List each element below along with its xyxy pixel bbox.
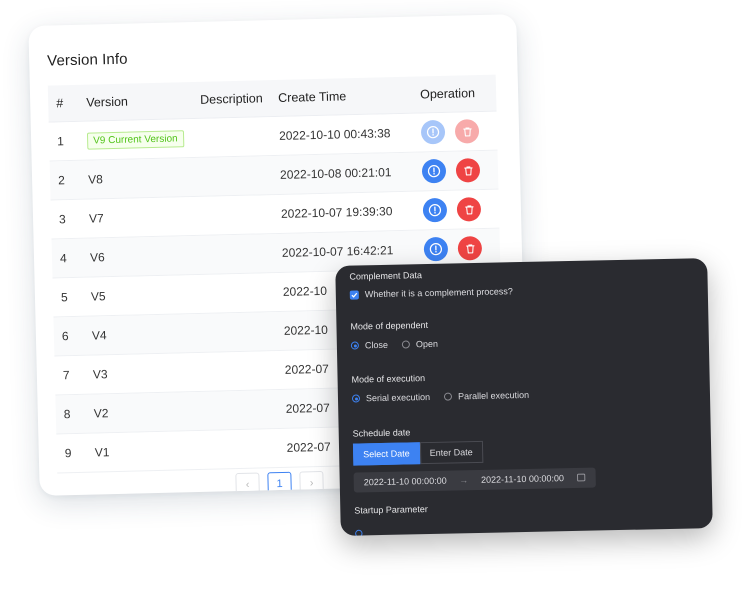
- add-parameter-icon[interactable]: [355, 517, 699, 536]
- execution-mode-label: Mode of execution: [351, 373, 426, 385]
- complement-checkbox-row[interactable]: Whether it is a complement process?: [349, 282, 694, 300]
- description-cell: [203, 214, 281, 216]
- row-number: 3: [58, 212, 66, 227]
- version-label: V4: [91, 328, 107, 343]
- col-header-version: Version: [86, 94, 129, 110]
- description-cell: [201, 136, 279, 138]
- col-header-description: Description: [200, 91, 263, 107]
- row-number: 1: [56, 134, 65, 149]
- create-time-cell: 2022-10-08 00:21:01: [279, 165, 392, 182]
- version-label: V1: [94, 445, 110, 460]
- info-circle-icon[interactable]: [420, 119, 446, 145]
- operation-cell: [423, 236, 501, 262]
- version-label: V2: [93, 406, 109, 421]
- info-circle-icon[interactable]: [423, 236, 449, 262]
- version-label: V3: [92, 367, 108, 382]
- date-range-picker[interactable]: 2022-11-10 00:00:00 → 2022-11-10 00:00:0…: [353, 467, 596, 493]
- col-header-num: #: [56, 96, 64, 111]
- description-cell: [204, 253, 282, 255]
- next-page-button[interactable]: ›: [299, 470, 324, 496]
- radio-parallel-label: Parallel execution: [457, 389, 530, 402]
- info-circle-icon[interactable]: [422, 197, 448, 223]
- col-header-operation: Operation: [419, 86, 476, 102]
- description-cell: [209, 448, 287, 450]
- range-end-date: 2022-11-10 00:00:00: [480, 473, 565, 485]
- row-number: 4: [59, 251, 67, 266]
- version-label: V6: [89, 250, 105, 265]
- startup-parameter-label: Startup Parameter: [354, 504, 428, 516]
- version-cell: V2: [93, 404, 208, 421]
- operation-cell: [422, 197, 500, 223]
- schedule-date-label: Schedule date: [352, 427, 411, 439]
- radio-open[interactable]: [401, 340, 410, 349]
- create-time-cell: 2022-10-10 00:43:38: [278, 126, 391, 143]
- description-cell: [202, 175, 280, 177]
- version-cell: V1: [94, 443, 209, 460]
- description-cell: [206, 331, 284, 333]
- tab-enter-date[interactable]: Enter Date: [419, 440, 483, 465]
- dependent-mode-radios: Close Open: [350, 333, 695, 351]
- version-cell: V6: [89, 248, 204, 265]
- version-cell: V8: [87, 170, 202, 187]
- description-cell: [207, 370, 285, 372]
- description-cell: [205, 292, 283, 294]
- row-number: 9: [64, 446, 72, 461]
- row-number: 8: [63, 407, 71, 422]
- dependent-mode-label: Mode of dependent: [350, 319, 429, 332]
- schedule-date-tabs: Select Date Enter Date: [352, 436, 697, 466]
- current-version-tag: V9 Current Version: [86, 129, 184, 150]
- col-header-create-time: Create Time: [277, 89, 347, 105]
- create-time-cell: 2022-10-07 16:42:21: [281, 243, 394, 260]
- version-label: V7: [88, 211, 104, 226]
- radio-serial-label: Serial execution: [365, 391, 431, 404]
- trash-icon[interactable]: [454, 119, 480, 144]
- prev-page-button[interactable]: ‹: [235, 472, 260, 496]
- radio-close-label: Close: [364, 339, 388, 351]
- version-label: V8: [87, 172, 103, 187]
- pagination: ‹ 1 ›: [235, 470, 324, 496]
- radio-parallel[interactable]: [443, 392, 453, 401]
- page-1-button[interactable]: 1: [267, 471, 292, 496]
- trash-icon[interactable]: [455, 158, 481, 183]
- complement-checkbox-label: Whether it is a complement process?: [364, 286, 513, 300]
- row-number: 2: [57, 173, 65, 188]
- version-cell: V3: [92, 365, 207, 382]
- trash-icon[interactable]: [456, 197, 482, 222]
- range-start-date: 2022-11-10 00:00:00: [363, 475, 447, 488]
- version-cell: V7: [88, 209, 203, 226]
- complement-section-title: Complement Data: [349, 270, 423, 282]
- checkbox-checked-icon[interactable]: [349, 289, 359, 300]
- radio-open-label: Open: [415, 338, 439, 350]
- radio-serial[interactable]: [351, 394, 361, 403]
- row-number: 5: [60, 290, 68, 305]
- info-circle-icon[interactable]: [421, 158, 447, 184]
- tab-select-date[interactable]: Select Date: [352, 442, 420, 466]
- version-label: V5: [90, 289, 106, 304]
- version-cell: V4: [91, 326, 206, 343]
- complement-data-panel: Complement Data Whether it is a compleme…: [335, 258, 713, 536]
- description-cell: [208, 409, 286, 411]
- row-number: 6: [61, 329, 69, 344]
- calendar-icon[interactable]: [577, 472, 586, 483]
- trash-icon[interactable]: [457, 236, 483, 261]
- operation-cell: [420, 119, 498, 145]
- create-time-cell: 2022-10-07 19:39:30: [280, 204, 393, 221]
- radio-close[interactable]: [350, 341, 359, 350]
- operation-cell: [421, 158, 499, 184]
- version-cell: V9 Current Version: [86, 129, 201, 150]
- row-number: 7: [62, 368, 70, 383]
- version-cell: V5: [90, 287, 205, 304]
- card-title: Version Info: [46, 50, 128, 70]
- range-arrow-icon: →: [459, 475, 469, 486]
- execution-mode-radios: Serial execution Parallel execution: [351, 386, 696, 404]
